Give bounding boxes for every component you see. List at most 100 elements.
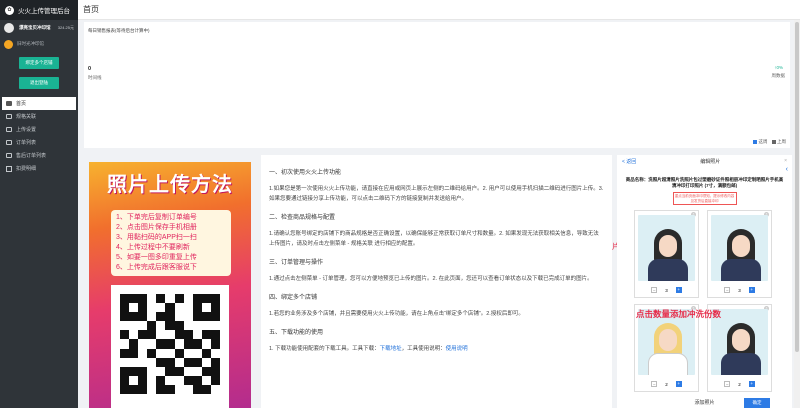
bind-shops-button[interactable]: 绑定多个店铺 — [19, 57, 59, 69]
sidebar-item-orders[interactable]: 订单列表 — [0, 136, 78, 149]
decrease-button[interactable]: − — [651, 381, 658, 387]
guide-heading: 三、订单管理与操作 — [269, 260, 324, 266]
sidebar-menu: 首页 规格关联 上传设置 订单列表 售后订单列表 扣费明细 — [0, 97, 78, 175]
secondary-shop-name: 旧时光冲印馆 — [17, 41, 44, 46]
editor-title: 编辑照片 — [700, 158, 721, 165]
poster-step: 5、如要一图多印重复上传 — [116, 254, 197, 261]
decrease-button[interactable]: − — [651, 287, 658, 293]
qr-code-pattern — [120, 294, 220, 394]
poster-step: 6、上传完成后跟客服说下 — [116, 264, 197, 271]
increase-button[interactable]: + — [748, 287, 755, 293]
poster-heading: 照片上传方法 — [107, 174, 233, 196]
quantity-stepper: − 3 + — [635, 287, 698, 293]
sales-report-card: 每日销售报表(等待后台计算中) 0 时间线 ↑0% 周数据 这周 上周 — [84, 22, 790, 148]
shop-info[interactable]: 漂亮宝贝冲印馆 324.25元 — [0, 20, 78, 36]
page-title: 首页 — [83, 5, 99, 14]
download-line: 1. 下载功能使用配套的下载工具。工具下载：下载地址，工具使用说明：使用说明 — [269, 344, 604, 354]
report-compare: 周数据 — [771, 73, 786, 78]
home-icon — [6, 101, 12, 106]
confirm-button[interactable]: 确定 — [744, 398, 770, 408]
top-bar: 首页 — [78, 0, 800, 20]
sidebar-item-label: 扣费明细 — [16, 166, 37, 172]
chevron-left-icon[interactable]: ‹ — [786, 166, 788, 173]
guide-heading: 四、绑定多个店铺 — [269, 295, 318, 301]
scrollbar-thumb[interactable] — [795, 22, 799, 352]
poster-steps: 1、下单完后复制订单编号 2、点击图片保存手机相册 3、用黏扫码的APP扫一扫 … — [111, 210, 231, 276]
secondary-shop-icon — [4, 39, 13, 49]
photo-card[interactable]: × − 3 + — [634, 210, 699, 298]
product-name: 商品名称：洗照片超清照片洗照片包过塑磨砂证件照相册冲印定制晒照片手机高清冲印打印… — [625, 177, 784, 188]
quantity-tip: 点击数量添加冲洗份数 — [636, 309, 722, 319]
increase-button[interactable]: + — [675, 381, 682, 387]
quantity-value[interactable]: 3 — [738, 288, 741, 293]
sidebar-item-label: 订单列表 — [16, 140, 37, 146]
logout-button[interactable]: 退出登陆 — [19, 77, 59, 89]
back-link[interactable]: < 返回 — [622, 158, 636, 165]
download-mid: ，工具使用说明： — [401, 346, 446, 352]
orders-icon — [6, 140, 12, 145]
flame-logo-icon: ✿ — [5, 5, 14, 15]
sidebar: ✿ 火火上传管理后台 漂亮宝贝冲印馆 324.25元 旧时光冲印馆 绑定多个店铺… — [0, 0, 78, 408]
editor-warning: 重点当前页面冲印须知，提示修改内容见发货后直接冲印 — [672, 192, 737, 205]
poster-step: 2、点击图片保存手机相册 — [116, 224, 197, 231]
sidebar-item-label: 售后订单列表 — [16, 153, 47, 159]
upload-guide-poster: 照片上传方法 1、下单完后复制订单编号 2、点击图片保存手机相册 3、用黏扫码的… — [89, 162, 251, 408]
page-scrollbar[interactable] — [794, 20, 800, 408]
sidebar-item-billing[interactable]: 扣费明细 — [0, 162, 78, 175]
photo-thumbnail — [638, 215, 695, 281]
download-link[interactable]: 下载地址 — [380, 346, 402, 352]
legend-label: 上周 — [777, 139, 786, 144]
sidebar-item-upload-settings[interactable]: 上传设置 — [0, 123, 78, 136]
secondary-shop[interactable]: 旧时光冲印馆 — [0, 36, 78, 52]
editor-header: < 返回 编辑照片 × — [617, 155, 792, 167]
report-value: 0 — [88, 66, 92, 72]
legend-swatch — [771, 140, 776, 144]
poster-step: 1、下单完后复制订单编号 — [116, 214, 197, 221]
decrease-button[interactable]: − — [724, 287, 731, 293]
poster-step: 4、上传过程中不要刷新 — [116, 244, 190, 251]
app-brand: ✿ 火火上传管理后台 — [0, 0, 78, 20]
shop-balance: 324.25元 — [57, 25, 74, 30]
legend-this-week[interactable]: 这周 — [753, 139, 768, 145]
legend-label: 这周 — [758, 139, 768, 144]
guide-text: 1.若您的业务涉及多个店铺，并且需要使用火火上传功能，请在上角点击“绑定多个店铺… — [269, 311, 524, 317]
poster-step: 3、用黏扫码的APP扫一扫 — [116, 234, 197, 241]
decrease-button[interactable]: − — [724, 381, 731, 387]
chart-legend: 这周 上周 — [753, 139, 786, 145]
guide-heading: 一、初次使用火火上传功能 — [269, 170, 342, 176]
report-value-label: 时间线 — [88, 75, 102, 80]
sidebar-item-home[interactable]: 首页 — [2, 97, 76, 110]
sidebar-item-spec[interactable]: 规格关联 — [0, 110, 78, 123]
guide-text: 1.通过点击左侧菜单 - 订单管理，您可以方便地预览已上传的图片。2. 在此页面… — [269, 276, 593, 282]
usage-link[interactable]: 使用说明 — [446, 346, 468, 352]
sidebar-item-label: 上传设置 — [16, 127, 37, 133]
guide-text: 1.请确认您账号绑定的店铺下的商品规格是否正确设置，以确保能够正常获取订单尺寸和… — [269, 231, 599, 247]
report-title: 每日销售报表(等待后台计算中) — [88, 28, 150, 33]
legend-last-week[interactable]: 上周 — [771, 139, 786, 145]
photo-grid: × − 3 + × − 3 + × − 2 + × − 2 + — [634, 210, 776, 392]
legend-swatch — [753, 140, 757, 144]
aftersale-icon — [6, 153, 12, 158]
billing-icon — [6, 165, 12, 172]
sidebar-item-aftersale[interactable]: 售后订单列表 — [0, 149, 78, 162]
shop-name: 漂亮宝贝冲印馆 — [19, 25, 51, 30]
increase-button[interactable]: + — [675, 287, 682, 293]
sidebar-item-label: 规格关联 — [16, 114, 37, 120]
report-change: ↑0% — [774, 65, 783, 70]
settings-icon — [6, 127, 12, 132]
upload-qr-code[interactable] — [111, 285, 229, 408]
download-prefix: 1. 下载功能使用配套的下载工具。工具下载： — [269, 346, 380, 352]
quantity-stepper: − 2 + — [708, 381, 771, 387]
close-icon[interactable]: × — [784, 158, 787, 164]
guide-text: 1.如果您是第一次使用火火上传功能，请直接在应用或网页上展示左侧的二维码给用户。… — [269, 186, 604, 202]
quantity-stepper: − 2 + — [635, 381, 698, 387]
shop-avatar — [4, 23, 14, 33]
quantity-value[interactable]: 2 — [738, 382, 741, 387]
quantity-value[interactable]: 3 — [665, 288, 668, 293]
quantity-value[interactable]: 2 — [665, 382, 668, 387]
guide-heading: 五、下载功能的使用 — [269, 330, 324, 336]
guide-heading: 二、检查商品规格与配置 — [269, 215, 336, 221]
photo-thumbnail — [711, 215, 768, 281]
photo-card[interactable]: × − 3 + — [707, 210, 772, 298]
increase-button[interactable]: + — [748, 381, 755, 387]
